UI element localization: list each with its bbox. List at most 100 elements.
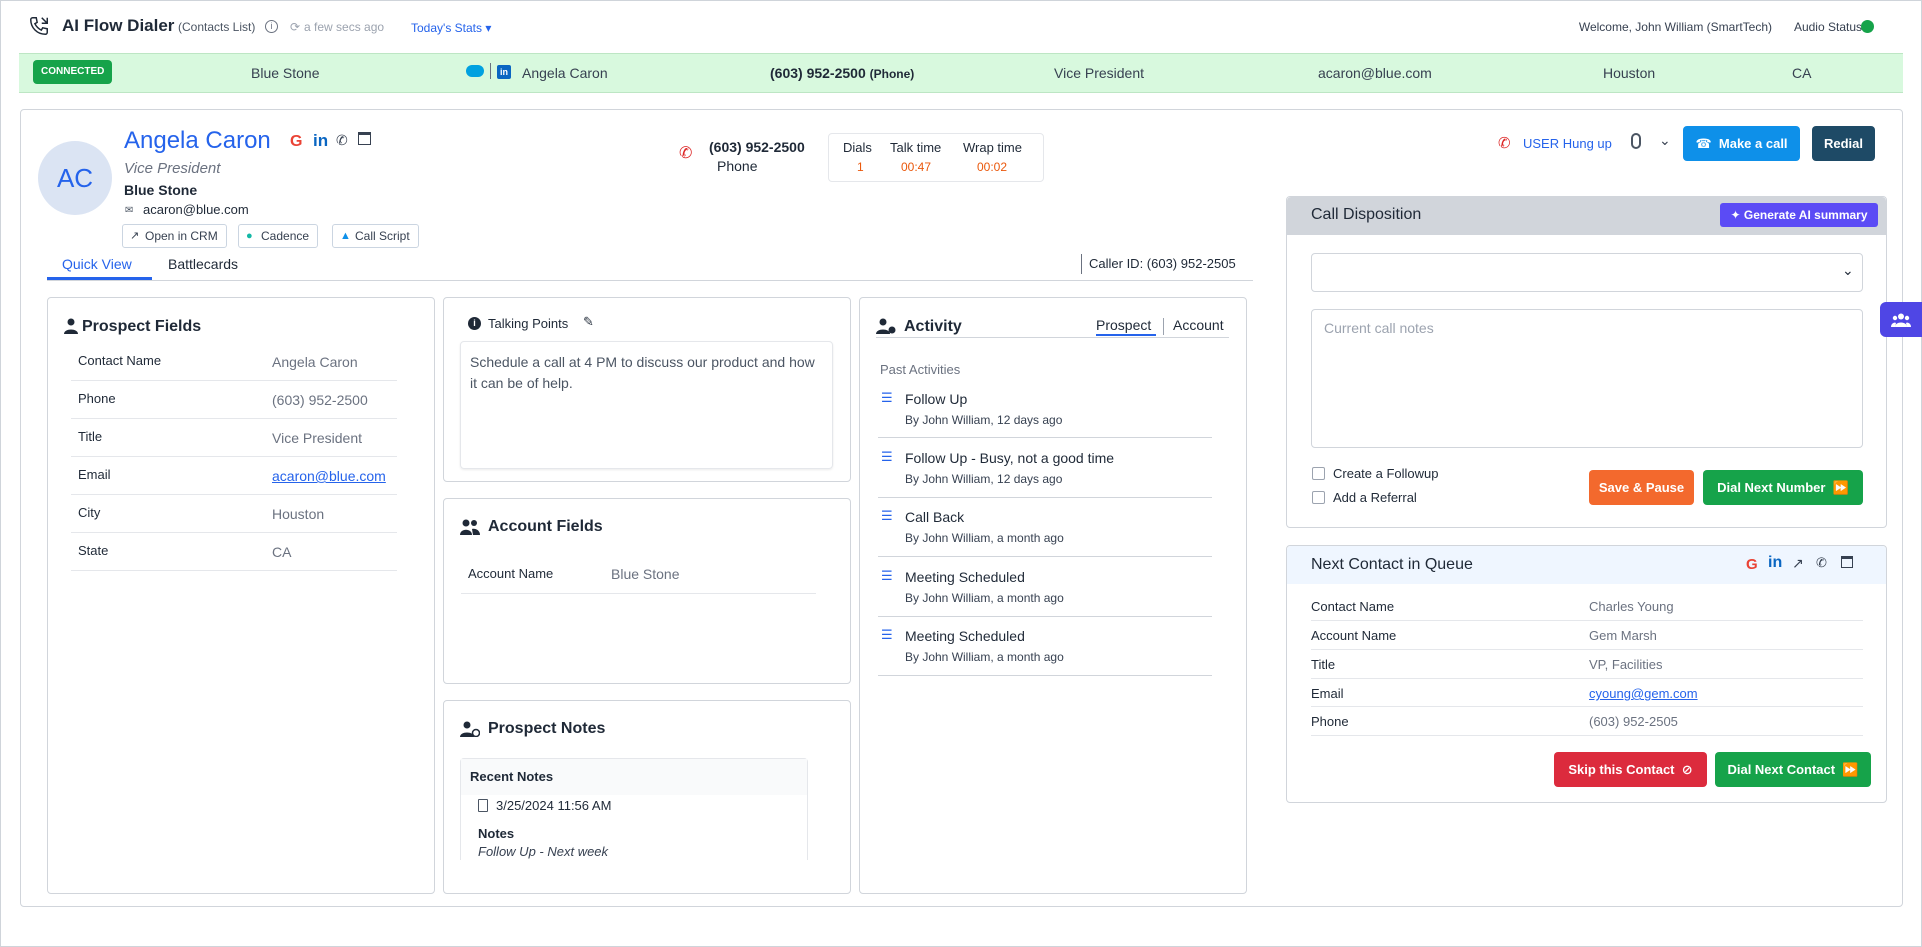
ban-icon: ⊘: [1681, 762, 1693, 777]
field-label: Phone: [78, 391, 116, 406]
clipboard-icon: [478, 799, 488, 812]
strip-title: Vice President: [1054, 65, 1145, 81]
divider: [878, 556, 1212, 557]
activity-item-title[interactable]: Follow Up - Busy, not a good time: [905, 450, 1114, 466]
separator: [1081, 254, 1082, 274]
queue-value: (603) 952-2505: [1589, 714, 1678, 729]
linkedin-icon[interactable]: in: [1768, 554, 1782, 572]
queue-email-link[interactable]: cyoung@gem.com: [1589, 686, 1698, 701]
strip-state: CA: [1792, 65, 1812, 81]
tab-activity-account[interactable]: Account: [1173, 317, 1224, 333]
caller-id: Caller ID: (603) 952-2505: [1089, 256, 1236, 271]
connected-badge: CONNECTED: [33, 60, 113, 84]
activity-item-title[interactable]: Follow Up: [905, 391, 967, 407]
notes-label: Notes: [478, 826, 515, 841]
queue-row: [1311, 679, 1863, 707]
note-date: 3/25/2024 11:56 AM: [496, 798, 612, 813]
redial-button[interactable]: Redial: [1812, 126, 1875, 161]
activity-item-title[interactable]: Meeting Scheduled: [905, 569, 1025, 585]
field-label: Contact Name: [78, 353, 162, 368]
call-script-button[interactable]: ▲ Call Script: [332, 224, 419, 248]
active-tab-indicator: [1096, 334, 1156, 336]
queue-label: Title: [1311, 657, 1336, 672]
phone-icon: ☎: [1695, 136, 1712, 151]
field-value: Vice President: [272, 430, 363, 446]
create-followup-checkbox[interactable]: [1312, 467, 1325, 480]
do-not-call-icon[interactable]: ✆: [1816, 555, 1827, 571]
dial-next-contact-button[interactable]: Dial Next Contact ⏩: [1715, 752, 1871, 787]
cadence-button[interactable]: ● Cadence: [238, 224, 319, 248]
add-referral-checkbox[interactable]: [1312, 491, 1325, 504]
field-value: Houston: [272, 506, 325, 522]
activity-title: Activity: [904, 318, 962, 335]
account-fields-title: Account Fields: [488, 518, 603, 535]
pencil-icon[interactable]: ✎: [583, 314, 594, 330]
fast-forward-icon: ⏩: [1842, 762, 1859, 777]
person-clock-icon: [876, 318, 896, 334]
generate-ai-summary-button[interactable]: ✦ Generate AI summary: [1720, 203, 1878, 227]
save-pause-button[interactable]: Save & Pause: [1589, 470, 1694, 505]
queue-label: Email: [1311, 686, 1344, 701]
prospect-email-link[interactable]: acaron@blue.com: [272, 468, 386, 484]
linkedin-icon[interactable]: in: [313, 131, 328, 151]
hung-up-icon: ✆: [1498, 135, 1511, 152]
queue-label: Phone: [1311, 714, 1349, 729]
divider: [878, 497, 1212, 498]
external-link-icon[interactable]: ↗: [1792, 555, 1804, 572]
cadence-icon: ●: [246, 230, 253, 242]
last-sync-text: a few secs ago: [304, 20, 385, 34]
avatar: AC: [38, 141, 112, 215]
welcome-text: Welcome, John William (SmartTech): [1578, 20, 1772, 34]
task-list-icon: ☰: [881, 508, 893, 523]
sync-icon[interactable]: ⟳: [290, 20, 300, 34]
disposition-select[interactable]: [1311, 253, 1863, 292]
phone-hangup-icon: ✆: [679, 145, 693, 162]
audio-status-label: Audio Status: [1793, 20, 1862, 34]
do-not-call-icon[interactable]: ✆: [336, 132, 348, 149]
queue-value: VP, Facilities: [1589, 657, 1663, 672]
microphone-icon[interactable]: [1631, 133, 1641, 149]
queue-value: Charles Young: [1589, 599, 1674, 614]
skip-contact-button[interactable]: Skip this Contact ⊘: [1554, 752, 1707, 787]
calendar-icon[interactable]: [1841, 556, 1853, 568]
google-icon[interactable]: G: [1746, 556, 1758, 573]
dial-next-number-button[interactable]: Dial Next Number ⏩: [1703, 470, 1863, 505]
past-activities-label: Past Activities: [880, 362, 961, 377]
activity-item-sub: By John William, a month ago: [905, 531, 1064, 545]
todays-stats-dropdown[interactable]: Today's Stats ▾: [411, 21, 491, 35]
activity-item-title[interactable]: Meeting Scheduled: [905, 628, 1025, 644]
app-title: AI Flow Dialer: [62, 16, 175, 35]
activity-item-title[interactable]: Call Back: [905, 509, 964, 525]
salesforce-icon[interactable]: [466, 65, 484, 77]
activity-item-sub: By John William, 12 days ago: [905, 472, 1063, 486]
audio-status-indicator: [1861, 20, 1874, 33]
task-list-icon: ☰: [881, 568, 893, 583]
tab-quick-view[interactable]: Quick View: [62, 256, 132, 272]
sparkle-icon: ✦: [1730, 208, 1741, 222]
script-icon: ▲: [340, 230, 351, 242]
stat-dials-label: Dials: [843, 140, 872, 155]
users-icon: [1891, 313, 1911, 328]
calendar-icon[interactable]: [358, 132, 371, 145]
prospect-fields-title: Prospect Fields: [82, 318, 202, 335]
tab-activity-prospect[interactable]: Prospect: [1096, 317, 1151, 333]
stat-wrap-label: Wrap time: [963, 140, 1022, 155]
chevron-down-icon[interactable]: ⌄: [1659, 132, 1671, 149]
team-panel-toggle[interactable]: [1880, 302, 1922, 337]
prospect-company: Blue Stone: [124, 182, 198, 198]
info-icon[interactable]: i: [265, 20, 278, 33]
tab-battlecards[interactable]: Battlecards: [168, 256, 238, 272]
linkedin-icon[interactable]: in: [497, 65, 511, 79]
call-number: (603) 952-2500: [709, 139, 805, 155]
field-value: Blue Stone: [611, 566, 680, 582]
talking-points-title: Talking Points: [488, 316, 569, 331]
google-icon[interactable]: G: [290, 133, 302, 151]
call-notes-input[interactable]: [1311, 309, 1863, 448]
make-a-call-button[interactable]: ☎ Make a call: [1683, 126, 1800, 161]
strip-email: acaron@blue.com: [1318, 65, 1432, 81]
open-in-crm-button[interactable]: ↗ Open in CRM: [122, 224, 227, 248]
recent-notes-label: Recent Notes: [470, 769, 554, 784]
stat-wrap-value: 00:02: [977, 160, 1008, 174]
prospect-notes-title: Prospect Notes: [488, 720, 606, 737]
strip-company: Blue Stone: [251, 65, 320, 81]
